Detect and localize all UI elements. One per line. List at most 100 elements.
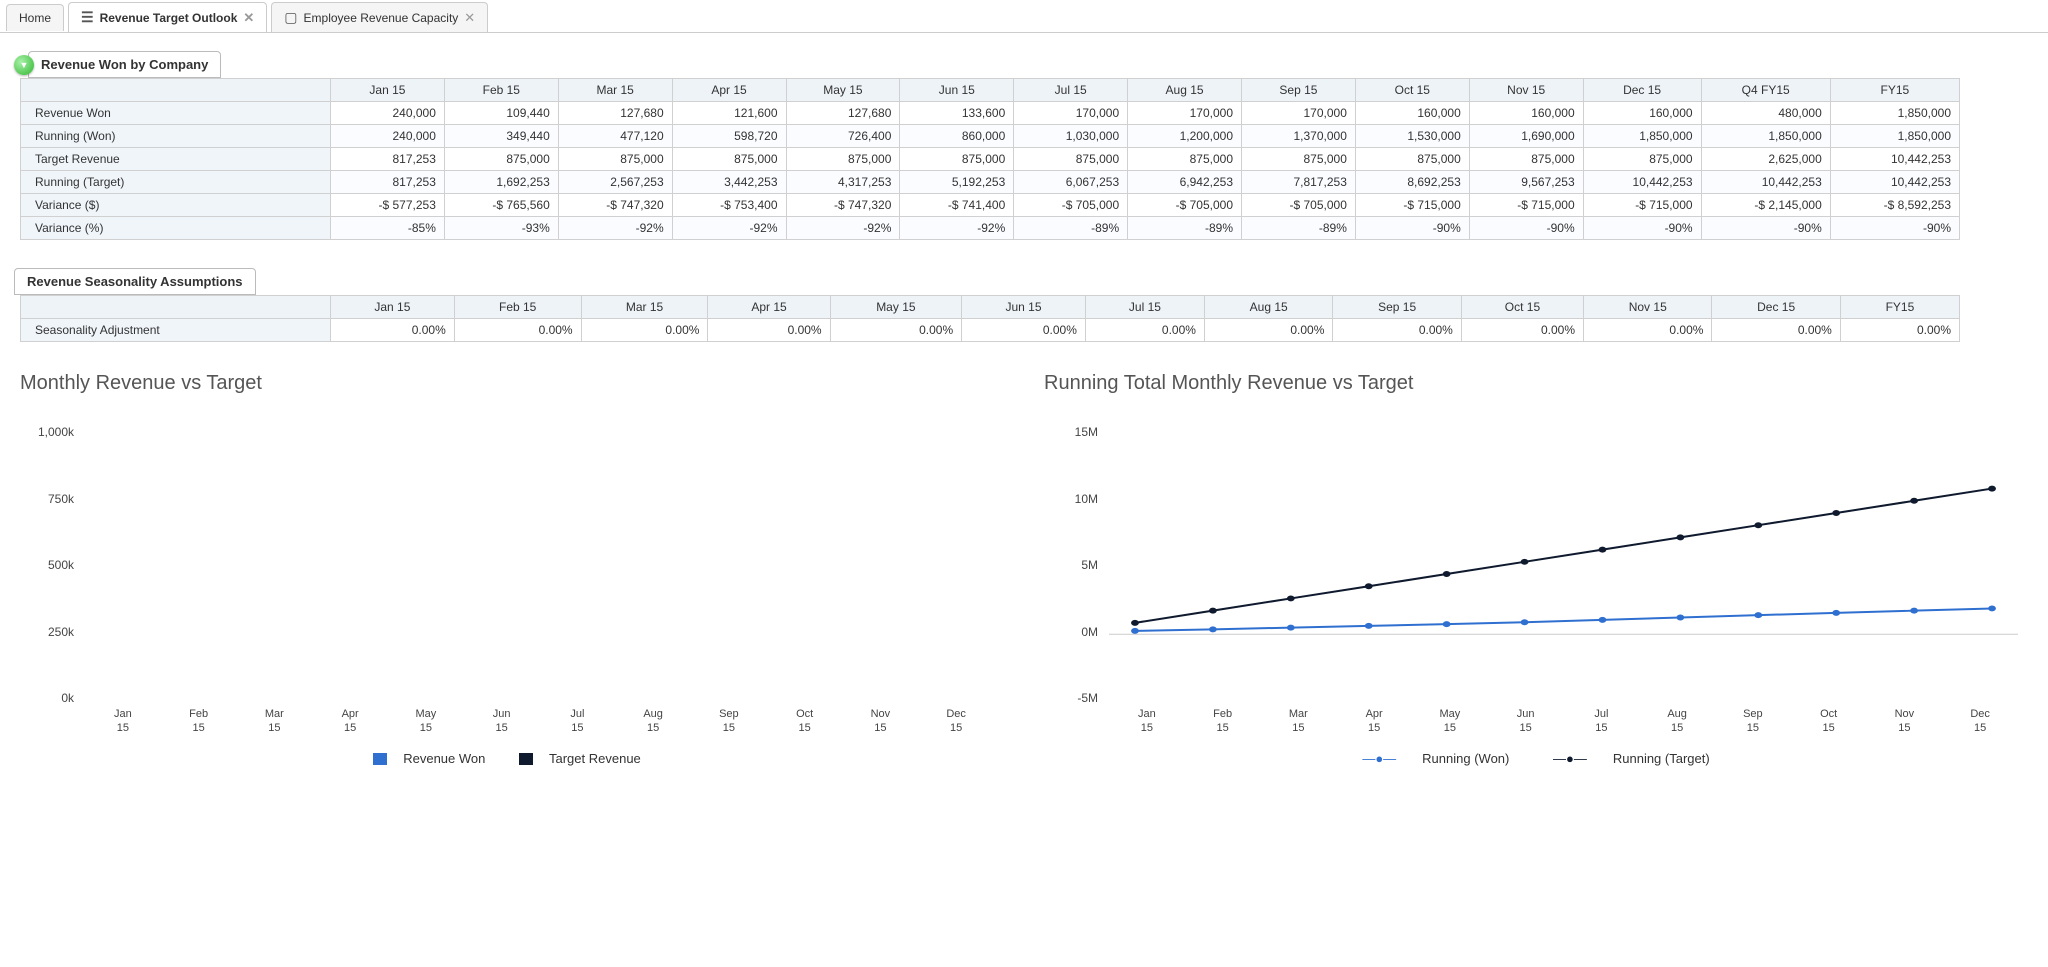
cell[interactable]: -90% <box>1701 217 1830 240</box>
cell[interactable]: -$ 577,253 <box>331 194 445 217</box>
cell[interactable]: 1,370,000 <box>1242 125 1356 148</box>
cell[interactable]: -$ 715,000 <box>1355 194 1469 217</box>
cell[interactable]: 133,600 <box>900 102 1014 125</box>
cell[interactable]: 598,720 <box>672 125 786 148</box>
cell[interactable]: 875,000 <box>1583 148 1701 171</box>
cell[interactable]: 875,000 <box>444 148 558 171</box>
cell[interactable]: -$ 8,592,253 <box>1830 194 1959 217</box>
cell[interactable]: 3,442,253 <box>672 171 786 194</box>
cell[interactable]: 9,567,253 <box>1469 171 1583 194</box>
cell[interactable]: -89% <box>1014 217 1128 240</box>
cell[interactable]: 7,817,253 <box>1242 171 1356 194</box>
cell[interactable]: 0.00% <box>1085 319 1204 342</box>
cell[interactable]: 1,850,000 <box>1830 125 1959 148</box>
tab-employee-revenue-capacity[interactable]: ▢ Employee Revenue Capacity ✕ <box>271 2 488 32</box>
cell[interactable]: -90% <box>1583 217 1701 240</box>
cell[interactable]: 10,442,253 <box>1583 171 1701 194</box>
cell[interactable]: -$ 705,000 <box>1128 194 1242 217</box>
cell[interactable]: 1,030,000 <box>1014 125 1128 148</box>
cell[interactable]: 860,000 <box>900 125 1014 148</box>
cell[interactable]: 160,000 <box>1583 102 1701 125</box>
cell[interactable]: -89% <box>1242 217 1356 240</box>
cell[interactable]: 0.00% <box>1333 319 1461 342</box>
cell[interactable]: 127,680 <box>786 102 900 125</box>
expand-toggle-icon[interactable]: ▼ <box>14 55 34 75</box>
cell[interactable]: 817,253 <box>331 171 445 194</box>
cell[interactable]: 170,000 <box>1014 102 1128 125</box>
cell[interactable]: -$ 705,000 <box>1014 194 1128 217</box>
cell[interactable]: 170,000 <box>1242 102 1356 125</box>
cell[interactable]: 6,942,253 <box>1128 171 1242 194</box>
cell[interactable]: 0.00% <box>962 319 1086 342</box>
cell[interactable]: 10,442,253 <box>1701 171 1830 194</box>
cell[interactable]: 5,192,253 <box>900 171 1014 194</box>
cell[interactable]: -92% <box>900 217 1014 240</box>
cell[interactable]: 6,067,253 <box>1014 171 1128 194</box>
cell[interactable]: 0.00% <box>1584 319 1712 342</box>
cell[interactable]: 10,442,253 <box>1830 148 1959 171</box>
cell[interactable]: 170,000 <box>1128 102 1242 125</box>
cell[interactable]: 10,442,253 <box>1830 171 1959 194</box>
cell[interactable]: 8,692,253 <box>1355 171 1469 194</box>
cell[interactable]: 240,000 <box>331 125 445 148</box>
cell[interactable]: 0.00% <box>1461 319 1583 342</box>
cell[interactable]: 875,000 <box>1355 148 1469 171</box>
tab-home[interactable]: Home <box>6 4 64 31</box>
cell[interactable]: 0.00% <box>830 319 962 342</box>
cell[interactable]: 875,000 <box>1469 148 1583 171</box>
cell[interactable]: 817,253 <box>331 148 445 171</box>
cell[interactable]: 875,000 <box>672 148 786 171</box>
cell[interactable]: 0.00% <box>1712 319 1840 342</box>
section-tab-revenue-won[interactable]: Revenue Won by Company <box>28 51 221 78</box>
cell[interactable]: 0.00% <box>331 319 455 342</box>
cell[interactable]: -92% <box>558 217 672 240</box>
cell[interactable]: 240,000 <box>331 102 445 125</box>
cell[interactable]: -$ 765,560 <box>444 194 558 217</box>
cell[interactable]: 121,600 <box>672 102 786 125</box>
cell[interactable]: 160,000 <box>1469 102 1583 125</box>
cell[interactable]: 0.00% <box>581 319 708 342</box>
cell[interactable]: 4,317,253 <box>786 171 900 194</box>
cell[interactable]: 1,850,000 <box>1830 102 1959 125</box>
cell[interactable]: -90% <box>1830 217 1959 240</box>
cell[interactable]: -$ 747,320 <box>786 194 900 217</box>
cell[interactable]: 875,000 <box>558 148 672 171</box>
section-tab-seasonality[interactable]: Revenue Seasonality Assumptions <box>14 268 256 295</box>
cell[interactable]: 2,567,253 <box>558 171 672 194</box>
cell[interactable]: -$ 705,000 <box>1242 194 1356 217</box>
cell[interactable]: 1,200,000 <box>1128 125 1242 148</box>
cell[interactable]: 0.00% <box>708 319 830 342</box>
cell[interactable]: 875,000 <box>1242 148 1356 171</box>
cell[interactable]: 726,400 <box>786 125 900 148</box>
cell[interactable]: 477,120 <box>558 125 672 148</box>
tab-revenue-target-outlook[interactable]: ☰ Revenue Target Outlook ✕ <box>68 2 267 32</box>
cell[interactable]: 875,000 <box>786 148 900 171</box>
cell[interactable]: 0.00% <box>1840 319 1959 342</box>
cell[interactable]: 875,000 <box>1128 148 1242 171</box>
cell[interactable]: -$ 2,145,000 <box>1701 194 1830 217</box>
cell[interactable]: -$ 715,000 <box>1469 194 1583 217</box>
cell[interactable]: 1,530,000 <box>1355 125 1469 148</box>
close-icon[interactable]: ✕ <box>464 10 475 26</box>
cell[interactable]: -92% <box>672 217 786 240</box>
cell[interactable]: 875,000 <box>900 148 1014 171</box>
cell[interactable]: 1,692,253 <box>444 171 558 194</box>
cell[interactable]: 1,690,000 <box>1469 125 1583 148</box>
cell[interactable]: 2,625,000 <box>1701 148 1830 171</box>
cell[interactable]: -85% <box>331 217 445 240</box>
cell[interactable]: 349,440 <box>444 125 558 148</box>
cell[interactable]: 0.00% <box>1204 319 1332 342</box>
cell[interactable]: -$ 753,400 <box>672 194 786 217</box>
cell[interactable]: 480,000 <box>1701 102 1830 125</box>
cell[interactable]: 875,000 <box>1014 148 1128 171</box>
cell[interactable]: -$ 715,000 <box>1583 194 1701 217</box>
cell[interactable]: 1,850,000 <box>1583 125 1701 148</box>
cell[interactable]: -$ 741,400 <box>900 194 1014 217</box>
cell[interactable]: -90% <box>1355 217 1469 240</box>
cell[interactable]: 160,000 <box>1355 102 1469 125</box>
cell[interactable]: 0.00% <box>454 319 581 342</box>
close-icon[interactable]: ✕ <box>243 10 254 26</box>
cell[interactable]: -90% <box>1469 217 1583 240</box>
cell[interactable]: -93% <box>444 217 558 240</box>
cell[interactable]: -$ 747,320 <box>558 194 672 217</box>
